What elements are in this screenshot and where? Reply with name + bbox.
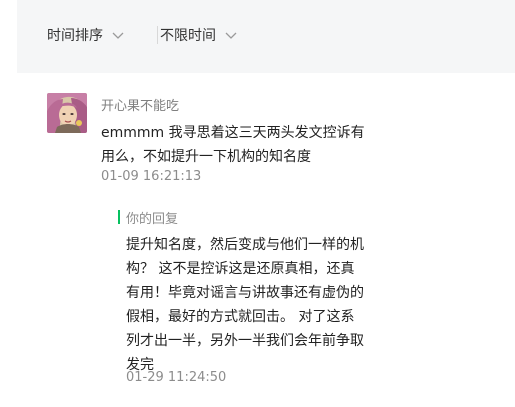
reply-timestamp: 01-29 11:24:50	[126, 370, 227, 385]
avatar-image	[47, 93, 87, 133]
comment-text: emmmm 我寻思着这三天两头发文控诉有用么，不如提升一下机构的知名度	[101, 125, 365, 165]
filter-divider	[157, 26, 158, 44]
reply-accent-bar	[118, 210, 120, 224]
time-range-dropdown-label: 不限时间	[160, 28, 216, 44]
reply-text: 提升知名度，然后变成与他们一样的机构？ 这不是控诉这是还原真相，还真有用！毕竟对…	[126, 237, 364, 373]
time-range-dropdown[interactable]: 不限时间	[160, 24, 238, 46]
comment-timestamp: 01-09 16:21:13	[101, 169, 202, 184]
sort-dropdown[interactable]: 时间排序	[47, 24, 125, 46]
chevron-down-icon	[112, 32, 124, 39]
filter-bar: 时间排序 不限时间	[17, 0, 515, 73]
comment-username[interactable]: 开心果不能吃	[101, 95, 179, 114]
avatar[interactable]	[47, 93, 87, 133]
sort-dropdown-label: 时间排序	[47, 28, 103, 44]
reply-label: 你的回复	[126, 212, 179, 227]
chevron-down-icon	[225, 32, 237, 39]
